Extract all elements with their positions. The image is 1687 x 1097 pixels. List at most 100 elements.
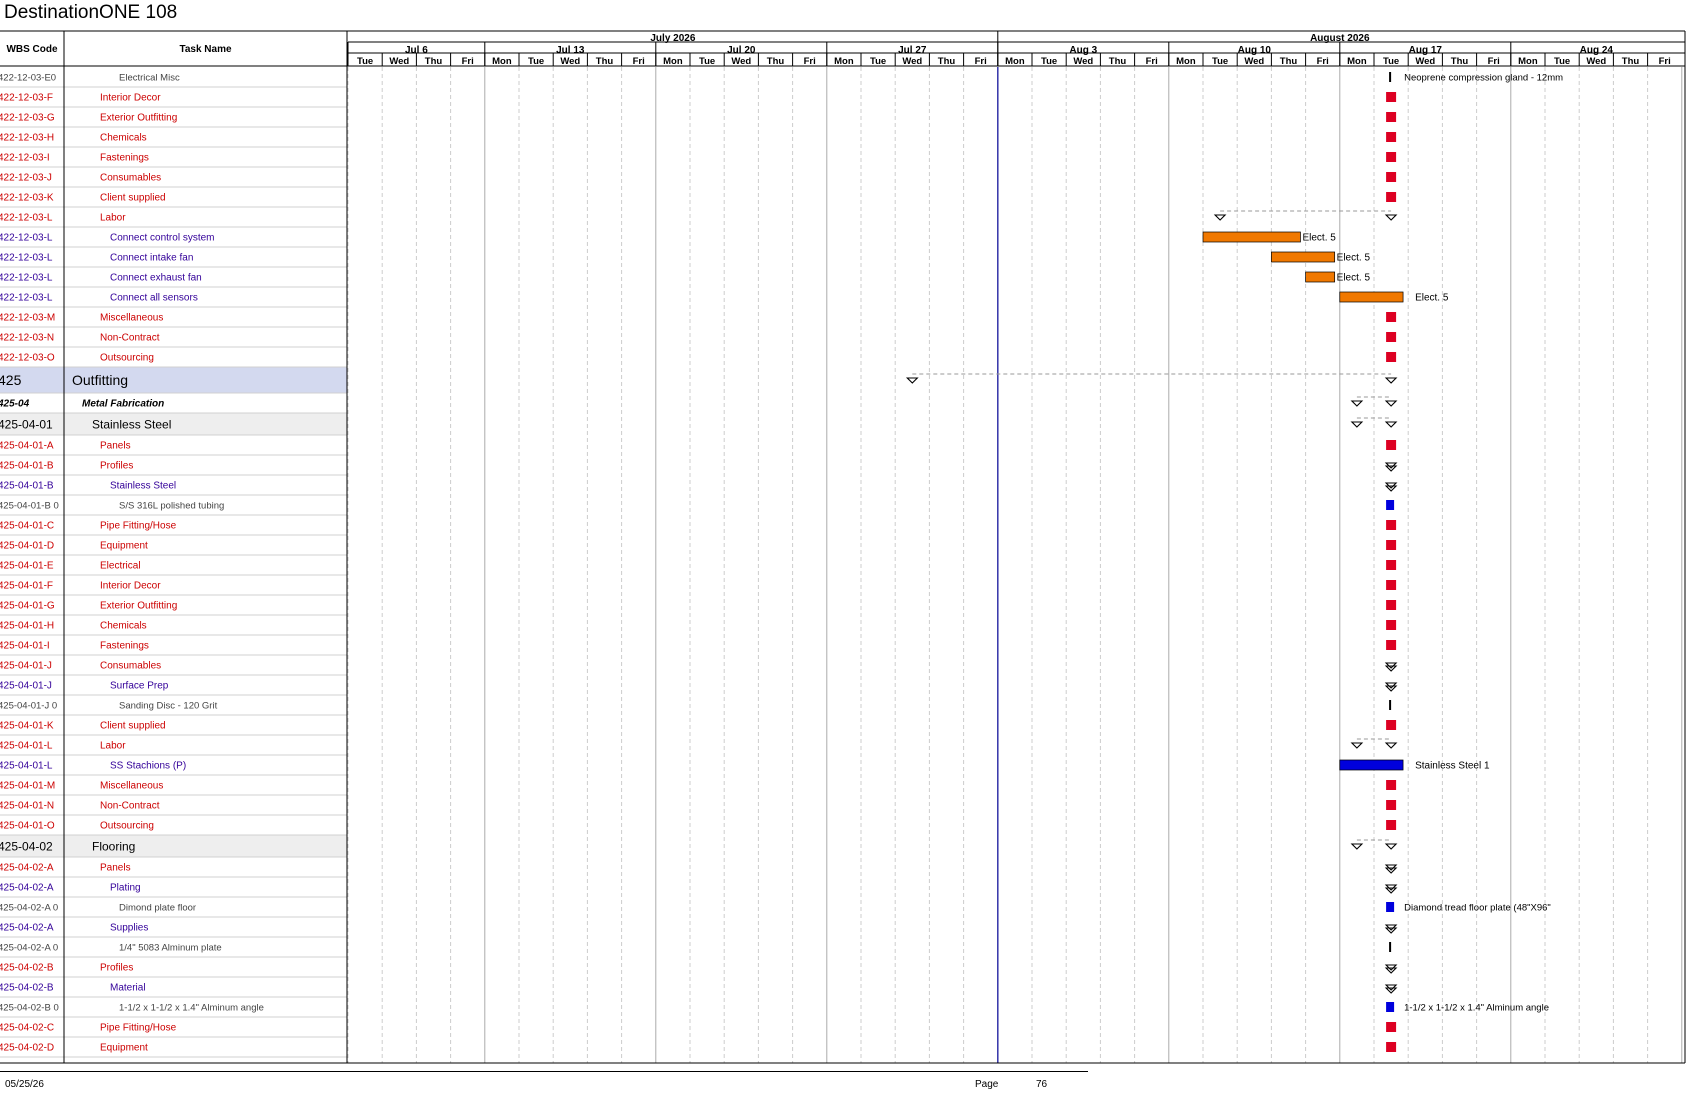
- bar-label: Neoprene compression gland - 12mm: [1404, 73, 1563, 84]
- red-milestone: [1386, 620, 1397, 630]
- day-label: Wed: [560, 56, 580, 67]
- task-name: Metal Fabrication: [82, 399, 164, 410]
- wbs-code: 422-12-03-L: [0, 213, 53, 224]
- task-name: Flooring: [92, 839, 135, 853]
- red-milestone: [1386, 332, 1397, 342]
- day-label: Fri: [1488, 56, 1500, 67]
- task-name: Outsourcing: [100, 353, 154, 364]
- wbs-code: 425-04-02-B: [0, 983, 54, 994]
- red-milestone: [1386, 640, 1397, 650]
- task-name: Labor: [100, 741, 126, 752]
- red-milestone: [1386, 172, 1397, 182]
- wbs-code: 422-12-03-H: [0, 133, 54, 144]
- summary-triangle: [1384, 377, 1398, 384]
- red-milestone: [1386, 312, 1397, 322]
- task-name: Exterior Outfitting: [100, 601, 177, 612]
- task-name: Electrical: [100, 561, 141, 572]
- task-name: Equipment: [100, 1043, 148, 1054]
- week-label: Jul 20: [727, 45, 756, 56]
- wbs-code: 425-04-01-J: [0, 661, 52, 672]
- task-name: Exterior Outfitting: [100, 113, 177, 124]
- wbs-code: 425-04-01-B: [0, 461, 54, 472]
- task-name: Chemicals: [100, 133, 147, 144]
- day-label: Fri: [804, 56, 816, 67]
- wbs-code: 425-04-01-B 0: [0, 500, 59, 511]
- day-label: Fri: [975, 56, 987, 67]
- wbs-code: 425-04-02-B: [0, 963, 54, 974]
- task-name: Outsourcing: [100, 821, 154, 832]
- orange-task-bar: [1339, 291, 1404, 303]
- task-name: Fastenings: [100, 153, 149, 164]
- day-label: Wed: [1244, 56, 1264, 67]
- day-label: Wed: [731, 56, 751, 67]
- day-label: Wed: [389, 56, 409, 67]
- wbs-code: 422-12-03-L: [0, 293, 53, 304]
- red-milestone: [1386, 1022, 1397, 1032]
- day-label: Wed: [1586, 56, 1606, 67]
- footer-page-label: Page: [975, 1079, 999, 1090]
- day-label: Fri: [1317, 56, 1329, 67]
- red-milestone: [1386, 540, 1397, 550]
- blue-milestone: [1386, 1002, 1395, 1012]
- wbs-code: 425-04-01-L: [0, 761, 53, 772]
- task-name: Panels: [100, 441, 131, 452]
- wbs-code: 425-04-01-M: [0, 781, 55, 792]
- day-label: Tue: [1383, 56, 1399, 67]
- wbs-code: 425-04-01-B: [0, 481, 54, 492]
- week-label: Aug 24: [1580, 45, 1614, 56]
- summary-triangle: [1384, 400, 1398, 407]
- footer-date: 05/25/26: [5, 1079, 44, 1090]
- red-milestone: [1386, 132, 1397, 142]
- task-name: Interior Decor: [100, 581, 161, 592]
- wbs-code: 425-04-02-A 0: [0, 942, 58, 953]
- gantt-chart: WBS Code Task NameJuly 2026 August 2026Jul…: [0, 30, 1686, 1064]
- red-milestone: [1386, 192, 1397, 202]
- wbs-code: 425-04-01-O: [0, 821, 55, 832]
- day-label: Wed: [902, 56, 922, 67]
- wbs-code: 422-12-03-F: [0, 93, 53, 104]
- task-column-header: Task Name: [179, 44, 232, 55]
- wbs-code: 425-04-01-I: [0, 641, 50, 652]
- wbs-code: 425-04-02-B 0: [0, 1002, 59, 1013]
- day-label: Fri: [1146, 56, 1158, 67]
- task-name: SS Stachions (P): [110, 761, 186, 772]
- task-name: Consumables: [100, 661, 161, 672]
- task-name: Pipe Fitting/Hose: [100, 521, 177, 532]
- task-name: Miscellaneous: [100, 313, 163, 324]
- day-label: Tue: [357, 56, 373, 67]
- wbs-code: 425-04-01-J 0: [0, 700, 57, 711]
- task-name: Connect all sensors: [110, 293, 198, 304]
- day-label: Fri: [1659, 56, 1671, 67]
- red-milestone: [1386, 92, 1397, 102]
- bar-label: Elect. 5: [1415, 293, 1449, 304]
- wbs-code: 425-04-01: [0, 417, 53, 431]
- task-name: Sanding Disc - 120 Grit: [119, 700, 218, 711]
- wbs-code: 425-04-01-E: [0, 561, 54, 572]
- task-name: Stainless Steel: [110, 481, 176, 492]
- wbs-code: 425-04-02-A: [0, 863, 54, 874]
- wbs-code: 422-12-03-K: [0, 193, 54, 204]
- wbs-code: 425-04-02-D: [0, 1043, 54, 1054]
- wbs-code: 425-04-02: [0, 839, 53, 853]
- task-name: Connect exhaust fan: [110, 273, 202, 284]
- week-label: Aug 3: [1069, 45, 1097, 56]
- bar-label: Elect. 5: [1337, 273, 1371, 284]
- blue-milestone: [1386, 902, 1395, 912]
- task-name: Dimond plate floor: [119, 902, 196, 913]
- bar-label: Diamond tread floor plate (48"X96": [1404, 903, 1551, 914]
- day-label: Mon: [1347, 56, 1367, 67]
- task-name: Chemicals: [100, 621, 147, 632]
- bar-label: Stainless Steel 1: [1415, 761, 1490, 772]
- day-label: Thu: [1109, 56, 1127, 67]
- week-label: Aug 10: [1238, 45, 1272, 56]
- week-label: Jul 13: [556, 45, 585, 56]
- footer-divider: [0, 1071, 1088, 1072]
- task-name: Profiles: [100, 963, 133, 974]
- day-label: Tue: [870, 56, 886, 67]
- red-milestone: [1386, 600, 1397, 610]
- wbs-code: 425-04-01-L: [0, 741, 53, 752]
- day-label: Wed: [1415, 56, 1435, 67]
- day-label: Fri: [462, 56, 474, 67]
- wbs-code: 422-12-03-E0: [0, 72, 56, 83]
- red-milestone: [1386, 780, 1397, 790]
